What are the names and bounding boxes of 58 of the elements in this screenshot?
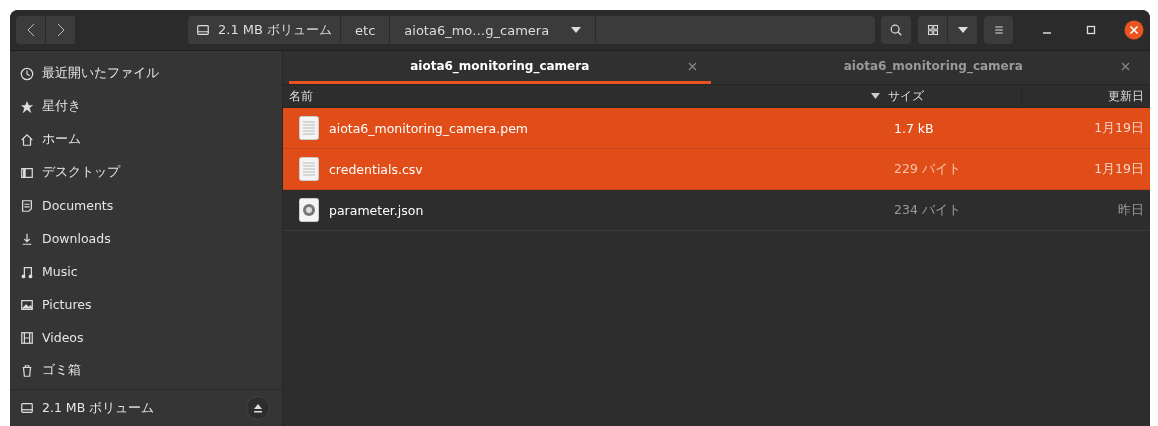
eject-icon[interactable] [246,396,270,420]
trash-icon [20,363,34,378]
tab[interactable]: aiota6_monitoring_camera [722,51,1144,84]
caret-icon [571,27,582,33]
json-file-icon [299,198,319,222]
tab-label: aiota6_monitoring_camera [410,59,590,73]
column-header[interactable]: 名前 [289,88,313,103]
drive-icon [196,23,210,37]
home-icon [20,132,34,147]
maximize-icon[interactable] [1086,25,1096,35]
forward-icon [56,23,65,37]
clock-icon [20,66,34,81]
sidebar-item[interactable]: Pictures [10,288,282,321]
download-icon [20,231,34,246]
file-date: 昨日 [1118,201,1144,217]
sidebar-item[interactable]: デスクトップ [10,156,282,189]
search-icon [889,23,903,37]
sort-icon [871,93,880,99]
search-button[interactable] [881,16,912,44]
sidebar-item[interactable]: ホーム [10,123,282,156]
sidebar-item[interactable]: Downloads [10,222,282,255]
column-header[interactable]: サイズ [888,87,924,105]
text-file-icon [299,157,319,181]
tab-label: aiota6_monitoring_camera [843,59,1023,73]
drive-icon [20,401,34,415]
document-icon [20,198,34,213]
column-header[interactable]: 更新日 [1108,88,1144,103]
grid-icon [926,24,939,36]
file-size: 1.7 kB [894,120,934,136]
star-icon [20,99,34,114]
file-name: credentials.csv [329,161,423,177]
file-row[interactable]: credentials.csv 229 バイト 1月19日 [283,149,1150,190]
picture-icon [20,297,34,312]
close-icon[interactable] [1124,20,1144,40]
menu-button[interactable] [984,16,1014,44]
tab[interactable]: aiota6_monitoring_camera [289,51,711,84]
sidebar-item[interactable]: 最近開いたファイル [10,57,282,90]
file-name: aiota6_monitoring_camera.pem [329,120,528,136]
file-date: 1月19日 [1094,119,1144,135]
caret-icon [957,27,968,33]
music-icon [20,264,34,279]
back-icon [26,23,35,37]
text-file-icon [299,116,319,140]
sidebar-item[interactable]: Videos [10,321,282,354]
device-item[interactable]: 2.1 MB ボリューム [10,390,282,426]
file-name: parameter.json [329,202,424,218]
sidebar-item[interactable]: Documents [10,189,282,222]
desktop-icon [20,165,34,180]
file-date: 1月19日 [1094,160,1144,176]
file-row[interactable]: aiota6_monitoring_camera.pem 1.7 kB 1月19日 [283,108,1150,149]
sidebar-item[interactable]: Music [10,255,282,288]
file-size: 229 バイト [894,160,961,176]
file-size: 234 バイト [894,201,961,217]
sidebar-item[interactable]: 星付き [10,90,282,123]
film-icon [20,330,34,345]
device-label: 2.1 MB ボリューム [42,399,156,417]
sidebar-item[interactable]: ゴミ箱 [10,354,282,387]
menu-icon [992,24,1005,36]
